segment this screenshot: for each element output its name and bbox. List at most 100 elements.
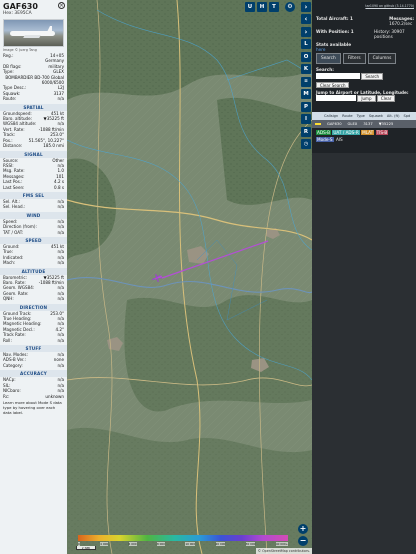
detail-value: n/a	[57, 296, 64, 302]
chip-tisb[interactable]: TIS-B	[375, 130, 389, 135]
aircraft-photo[interactable]	[3, 19, 64, 47]
column-header[interactable]: Spd	[404, 114, 411, 118]
close-icon[interactable]: ×	[58, 2, 65, 9]
forward-chevron-icon[interactable]: ›	[301, 26, 311, 37]
detail-row: Last Seen: 0.8 s	[0, 185, 67, 190]
chip-ais[interactable]: AIS	[335, 137, 344, 142]
colorbar-label: 8 000	[156, 542, 165, 546]
info-key: Reg.:	[3, 53, 14, 58]
map-button-m[interactable]: M	[301, 89, 311, 99]
stats-available: Stats available here	[316, 42, 414, 52]
chip-adsb[interactable]: ADS-B	[316, 130, 331, 135]
detail-value: unknown	[45, 393, 64, 399]
stats-row-1: Total Aircraft: 1 Messages: 1670.2/sec	[316, 16, 414, 26]
detail-key: Last Seen:	[3, 184, 25, 190]
aircraft-info-rows: Reg.: 14+05 Germany DB flags: military Type: G…	[0, 53, 67, 102]
jump-input[interactable]	[316, 95, 356, 102]
colorbar-label: 20 000	[215, 542, 226, 546]
tab-columns[interactable]: Columns	[367, 53, 397, 64]
detail-key: Mach:	[3, 260, 16, 266]
map-button-k[interactable]: K	[301, 64, 311, 74]
column-header[interactable]: Squawk	[369, 114, 383, 118]
right-panel-empty-area	[312, 153, 416, 554]
aircraft-table-row[interactable]: GAF630 GLEX 3137 ▼35225	[312, 120, 416, 128]
back-chevron-icon[interactable]: ‹	[301, 14, 311, 24]
source-filter-chips: ADS-B UAT / ADS-R MLAT TIS-B Mode-S AIS	[316, 130, 416, 144]
column-header[interactable]: Alt. (ft)	[387, 114, 400, 118]
right-panel-header: tar1090 on github (3.14.1770) Total Airc…	[312, 0, 416, 153]
section-title-altitude[interactable]: ALTITUDE	[0, 267, 67, 275]
detail-key: QNH:	[3, 296, 14, 302]
detail-key: TAT / OAT:	[3, 229, 24, 235]
section-title-accuracy[interactable]: ACCURACY	[0, 370, 67, 378]
tab-filters[interactable]: Filters	[342, 53, 366, 64]
row-altitude: ▼35225	[378, 122, 394, 126]
aircraft-callsign: GAF630	[3, 2, 38, 11]
history-icon[interactable]: ◷	[301, 139, 311, 149]
search-label: Search:	[316, 67, 334, 72]
search-button[interactable]: Search	[361, 73, 384, 80]
layers-icon[interactable]: ≡	[301, 76, 311, 87]
stats-link[interactable]: here	[316, 47, 325, 52]
aircraft-info-panel: GAF630 Hex: 3E95CA × Image © Juerg Tang …	[0, 0, 67, 554]
section-title-fms[interactable]: FMS SEL	[0, 191, 67, 199]
history-count: History: 30907 positions	[374, 29, 405, 39]
map-button-l[interactable]: L	[301, 39, 311, 49]
collapse-panel-chevron-icon[interactable]: ›	[301, 2, 311, 12]
zoom-in-button[interactable]: +	[298, 524, 308, 534]
aircraft-table-header: Callsign Route Type Squawk Alt. (ft) Spd	[312, 112, 416, 120]
section-title-spatial[interactable]: SPATIAL	[0, 103, 67, 111]
aircraft-photo-tail	[47, 26, 52, 32]
map-canvas	[67, 0, 312, 554]
map-button-u[interactable]: U	[245, 2, 255, 12]
column-header[interactable]: Callsign	[324, 114, 338, 118]
jump-button[interactable]: Jump	[357, 95, 376, 102]
search-input[interactable]	[316, 73, 360, 80]
map-button-p[interactable]: P	[301, 101, 311, 112]
info-row: BOMBARDIER BD-700 Global 6000/6500	[0, 75, 67, 86]
clear-search-button[interactable]: Clear Search	[316, 81, 350, 88]
aircraft-detail-sections: SPATIAL Groundspeed: 451 kt Baro. altitude:…	[0, 103, 67, 399]
map-scale: 2 NMI	[76, 546, 96, 550]
section-title-stuff[interactable]: STUFF	[0, 345, 67, 353]
detail-value: 0.8 s	[54, 184, 64, 190]
chip-modes[interactable]: Mode-S	[316, 136, 334, 142]
clear-jump-button[interactable]: Clear	[376, 95, 396, 102]
detail-row: QNH: n/a	[0, 296, 67, 301]
aircraft-list-panel: tar1090 on github (3.14.1770) Total Airc…	[312, 0, 416, 554]
detail-row: Distance: 185.0 nmi	[0, 143, 67, 148]
map-button-r[interactable]: R	[301, 126, 311, 137]
column-header[interactable]: Type	[357, 114, 365, 118]
info-key: Route:	[3, 96, 17, 102]
map-view[interactable]: + − 04 000 6 000 8 000 10 000 20 000 30 000 40…	[67, 0, 312, 554]
info-value: n/a	[57, 96, 64, 102]
app-root: GAF630 Hex: 3E95CA × Image © Juerg Tang …	[0, 0, 416, 554]
tab-search[interactable]: Search	[316, 53, 341, 64]
panel-tabs: Search Filters Columns	[316, 53, 397, 64]
detail-value: n/a	[57, 229, 64, 235]
chip-uat[interactable]: UAT / ADS-R	[332, 130, 360, 135]
github-link[interactable]: tar1090 on github (3.14.1770)	[365, 4, 414, 8]
map-button-o[interactable]: O	[301, 51, 311, 62]
map-button-i[interactable]: I	[301, 114, 311, 124]
map-attribution: © OpenStreetMap contributors.	[255, 548, 312, 554]
section-title-direction[interactable]: DIRECTION	[0, 303, 67, 311]
info-value: BOMBARDIER BD-700 Global 6000/6500	[5, 74, 64, 86]
row-squawk: 3137	[363, 122, 373, 126]
section-title-signal[interactable]: SIGNAL	[0, 150, 67, 158]
detail-value: 185.0 nmi	[43, 143, 64, 149]
section-title-speed[interactable]: SPEED	[0, 236, 67, 244]
total-aircraft: Total Aircraft: 1	[316, 16, 353, 21]
aircraft-hex: Hex: 3E95CA	[3, 11, 32, 16]
aircraft-photo-wing	[23, 35, 41, 38]
column-header[interactable]: Route	[342, 114, 352, 118]
settings-gear-icon[interactable]: ⚙	[285, 2, 295, 12]
colorbar-label: 4 000	[100, 542, 109, 546]
zoom-out-button[interactable]: −	[298, 536, 308, 546]
detail-row: TAT / OAT: n/a	[0, 230, 67, 235]
chip-mlat[interactable]: MLAT	[361, 130, 375, 135]
detail-row: Category: n/a	[0, 363, 67, 368]
map-button-t[interactable]: T	[269, 2, 279, 12]
section-title-wind[interactable]: WIND	[0, 211, 67, 219]
map-button-h[interactable]: H	[257, 2, 267, 12]
